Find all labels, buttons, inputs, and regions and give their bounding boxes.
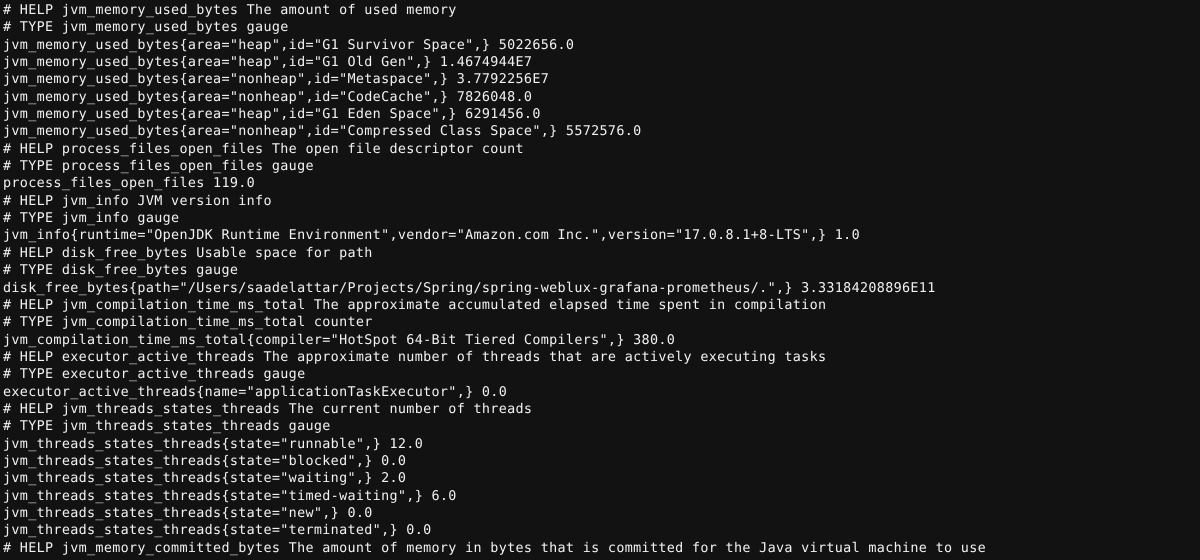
metric-line-help-executor-active-threads: # HELP executor_active_threads The appro… bbox=[3, 349, 827, 365]
metric-line-jvm-info: jvm_info{runtime="OpenJDK Runtime Enviro… bbox=[3, 228, 860, 244]
metric-line-jvm-memory-used-bytes-g1-eden-space: jvm_memory_used_bytes{area="heap",id="G1… bbox=[3, 107, 541, 123]
metric-line-jvm-memory-used-bytes-compressed-class-space: jvm_memory_used_bytes{area="nonheap",id=… bbox=[3, 124, 642, 140]
metric-line-type-disk-free-bytes: # TYPE disk_free_bytes gauge bbox=[3, 263, 239, 279]
metric-line-type-jvm-info: # TYPE jvm_info gauge bbox=[3, 211, 180, 227]
metric-line-jvm-threads-states-threads-terminated: jvm_threads_states_threads{state="termin… bbox=[3, 523, 432, 539]
metric-line-jvm-threads-states-threads-waiting: jvm_threads_states_threads{state="waitin… bbox=[3, 471, 407, 487]
metric-line-jvm-compilation-time-ms-total: jvm_compilation_time_ms_total{compiler="… bbox=[3, 332, 676, 348]
metric-line-jvm-threads-states-threads-blocked: jvm_threads_states_threads{state="blocke… bbox=[3, 453, 407, 469]
metric-line-type-jvm-threads-states-threads: # TYPE jvm_threads_states_threads gauge bbox=[3, 419, 331, 435]
metric-line-help-jvm-threads-states-threads: # HELP jvm_threads_states_threads The cu… bbox=[3, 401, 533, 417]
metric-line-jvm-memory-used-bytes-codecache: jvm_memory_used_bytes{area="nonheap",id=… bbox=[3, 89, 533, 105]
metric-line-type-jvm-memory-used-bytes: # TYPE jvm_memory_used_bytes gauge bbox=[3, 20, 289, 36]
metric-line-type-process-files-open-files: # TYPE process_files_open_files gauge bbox=[3, 159, 314, 175]
metric-line-help-jvm-memory-used-bytes: # HELP jvm_memory_used_bytes The amount … bbox=[3, 3, 457, 18]
metric-line-type-executor-active-threads: # TYPE executor_active_threads gauge bbox=[3, 367, 306, 383]
metric-line-process-files-open-files: process_files_open_files 119.0 bbox=[3, 176, 256, 192]
metric-line-executor-active-threads: executor_active_threads{name="applicatio… bbox=[3, 384, 508, 400]
metric-line-jvm-threads-states-threads-timed-waiting: jvm_threads_states_threads{state="timed-… bbox=[3, 488, 457, 504]
metric-line-jvm-memory-used-bytes-g1-survivor-space: jvm_memory_used_bytes{area="heap",id="G1… bbox=[3, 37, 575, 53]
metric-line-disk-free-bytes: disk_free_bytes{path="/Users/saadelattar… bbox=[3, 280, 936, 296]
metric-line-jvm-memory-used-bytes-g1-old-gen: jvm_memory_used_bytes{area="heap",id="G1… bbox=[3, 55, 533, 71]
metric-line-jvm-memory-used-bytes-metaspace: jvm_memory_used_bytes{area="nonheap",id=… bbox=[3, 72, 550, 88]
metric-line-jvm-threads-states-threads-new: jvm_threads_states_threads{state="new",}… bbox=[3, 505, 373, 521]
metric-line-type-jvm-compilation-time-ms-total: # TYPE jvm_compilation_time_ms_total cou… bbox=[3, 315, 373, 331]
metric-line-help-process-files-open-files: # HELP process_files_open_files The open… bbox=[3, 141, 524, 157]
metric-line-help-disk-free-bytes: # HELP disk_free_bytes Usable space for … bbox=[3, 245, 373, 261]
metric-line-help-jvm-info: # HELP jvm_info JVM version info bbox=[3, 193, 272, 209]
metric-line-help-jvm-memory-committed-bytes: # HELP jvm_memory_committed_bytes The am… bbox=[3, 540, 987, 556]
metrics-output-pane[interactable]: # HELP jvm_memory_used_bytes The amount … bbox=[0, 0, 1200, 560]
metric-line-help-jvm-compilation-time-ms-total: # HELP jvm_compilation_time_ms_total The… bbox=[3, 297, 827, 313]
metric-line-jvm-threads-states-threads-runnable: jvm_threads_states_threads{state="runnab… bbox=[3, 436, 424, 452]
